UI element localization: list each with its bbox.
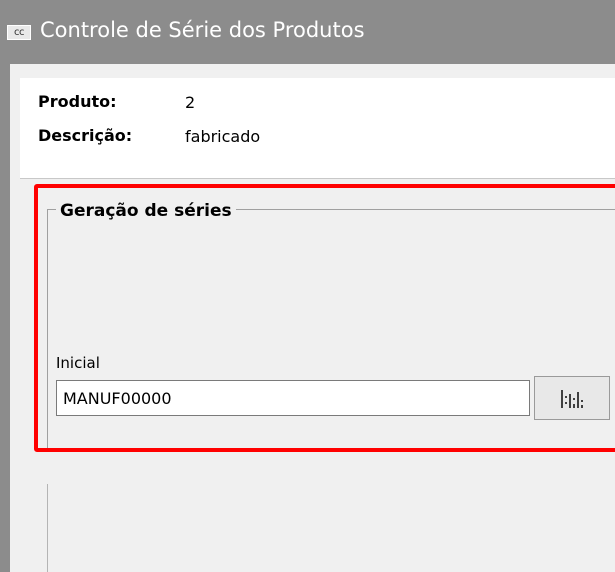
descricao-value: fabricado <box>185 127 261 146</box>
inicial-input[interactable] <box>56 380 530 416</box>
inicial-label: Inicial <box>56 354 100 372</box>
title-bar[interactable]: cc Controle de Série dos Produtos <box>0 0 615 64</box>
produto-label: Produto: <box>38 92 117 111</box>
panel-separator <box>20 178 615 179</box>
window-title: Controle de Série dos Produtos <box>40 18 365 42</box>
window-frame-left <box>0 64 10 572</box>
inner-divider <box>47 484 48 572</box>
client-area: Produto: 2 Descrição: fabricado Geração … <box>10 64 615 572</box>
group-title: Geração de séries <box>56 201 236 221</box>
app-icon: cc <box>7 25 31 40</box>
produto-value: 2 <box>185 93 196 112</box>
generate-series-button[interactable] <box>534 376 610 420</box>
descricao-label: Descrição: <box>38 126 133 145</box>
product-info-panel: Produto: 2 Descrição: fabricado <box>20 78 615 178</box>
barcode-icon <box>561 390 583 408</box>
